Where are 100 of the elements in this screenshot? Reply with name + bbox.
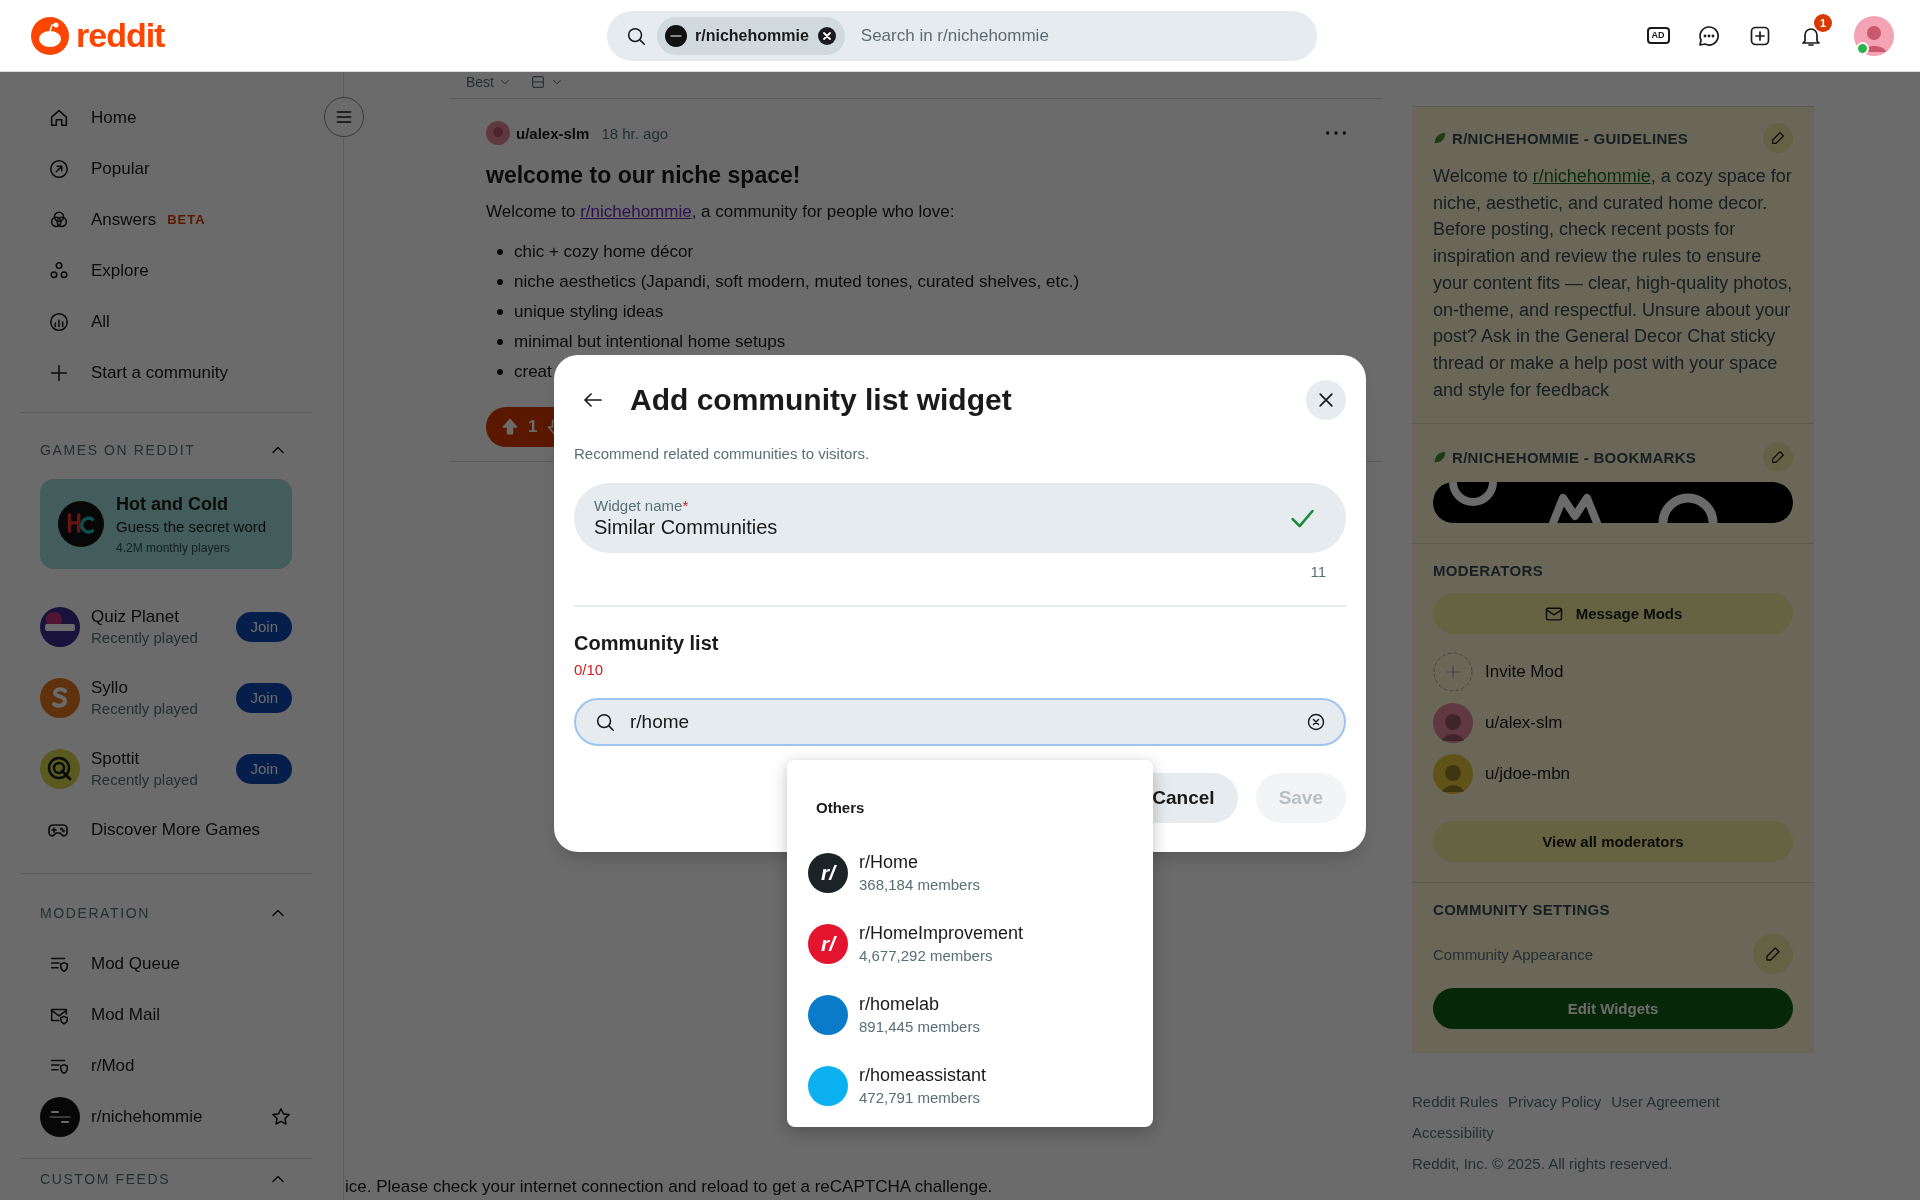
list-item-text: minimal but intentional home setups <box>514 332 786 352</box>
message-mods-button[interactable]: Message Mods <box>1433 593 1793 635</box>
section-heading: MODERATION <box>40 905 150 921</box>
join-button[interactable]: Join <box>236 611 292 642</box>
nav-item[interactable]: Popular <box>0 143 343 194</box>
game-status: Recently played <box>91 771 198 788</box>
view-moderators-button[interactable]: View all moderators <box>1433 821 1793 863</box>
reddit-logo-icon <box>30 15 70 56</box>
join-button[interactable]: Join <box>236 753 292 784</box>
footer-link[interactable]: Reddit Rules <box>1412 1093 1498 1111</box>
community-chip[interactable]: r/nichehommie <box>657 16 845 55</box>
search-field[interactable]: r/nichehommie Search in r/nichehommie <box>607 10 1317 61</box>
user-avatar-icon <box>1433 753 1473 794</box>
bullet-icon <box>497 309 503 315</box>
guidelines-text: Welcome to r/nichehommie, a cozy space for niche, aesthetic, and curated home decor. Before posting, check recent posts for inspiration and review the rules to ensure your content fits — clear, high-quality photos, on-theme, and respectful. Unsure about your post? Ask in the General Decor Chat sticky thread or make a help post with your space and style for feedback <box>1433 165 1793 402</box>
nav-item[interactable]: Discover More Games <box>0 804 343 855</box>
character-count: 11 <box>1309 563 1326 580</box>
collapse-sidebar-button[interactable] <box>324 97 364 137</box>
dialog-subtitle: Recommend related communities to visitors. <box>574 445 871 462</box>
game-item[interactable]: Spottit Recently played Join <box>0 733 343 804</box>
more-button[interactable] <box>1326 131 1346 135</box>
post-time: 18 hr. ago <box>601 124 669 142</box>
sort-dropdown[interactable]: Best <box>466 74 512 90</box>
search-result[interactable]: r/homeassistant 472,791 members <box>787 1050 1153 1121</box>
leaf-icon <box>1433 450 1447 465</box>
beta-label: BETA <box>167 212 206 227</box>
list-item-text: chic + cozy home décor <box>514 242 694 262</box>
recaptcha-notice: ice. Please check your internet connection and reload to get a reCAPTCHA challenge. <box>344 1177 994 1198</box>
list-item-text: niche aesthetics (Japandi, soft modern, muted tones, curated shelves, etc.) <box>514 272 1080 292</box>
pencil-icon <box>1770 130 1786 146</box>
section-heading: GAMES ON REDDIT <box>40 442 196 458</box>
close-button[interactable] <box>1306 380 1346 420</box>
community-search-field[interactable]: r/home <box>574 698 1346 746</box>
pencil-icon <box>1770 449 1786 466</box>
clear-icon <box>816 25 837 46</box>
pencil-icon <box>1764 945 1782 964</box>
post-author[interactable]: u/alex-slm <box>516 124 590 142</box>
notifications-button[interactable]: 1 <box>1791 15 1831 56</box>
footer-link[interactable]: Privacy Policy <box>1507 1093 1602 1111</box>
edit-button[interactable] <box>1763 123 1793 153</box>
game-item[interactable]: Syllo Recently played Join <box>0 662 343 733</box>
edit-button[interactable] <box>1753 934 1793 975</box>
game-status: Recently played <box>91 629 198 646</box>
community-avatar-icon <box>665 24 687 47</box>
community-link[interactable]: r/nichehommie <box>580 202 692 221</box>
bullet-icon <box>497 369 503 375</box>
game-subtitle: Guess the secret word <box>116 517 267 535</box>
close-icon <box>1316 390 1336 410</box>
edit-widgets-button[interactable]: Edit Widgets <box>1433 988 1793 1030</box>
invite-mod-button[interactable]: Invite Mod <box>1433 646 1793 698</box>
logo-text: reddit <box>76 16 165 55</box>
post-title: welcome to our niche space! <box>486 162 802 189</box>
game-status: Recently played <box>91 700 198 717</box>
game-item[interactable]: Quiz Planet Recently played Join <box>0 591 343 662</box>
search-result[interactable]: r/ r/HomeImprovement 4,677,292 members <box>787 908 1153 979</box>
advertise-button[interactable]: AD <box>1638 15 1678 56</box>
featured-game-card[interactable]: Hot and Cold Guess the secret word 4.2M monthly players <box>40 479 292 569</box>
nav-item[interactable]: Start a community <box>0 347 343 398</box>
community-link[interactable]: r/nichehommie <box>1532 166 1651 186</box>
leaf-icon <box>1433 131 1447 145</box>
avatar-icon <box>1854 15 1894 56</box>
group-heading: Others <box>815 799 866 816</box>
copyright-text: Reddit, Inc. © 2025. All rights reserved. <box>1412 1155 1673 1173</box>
game-title: Hot and Cold <box>116 493 229 515</box>
list-item-text: creat <box>514 362 552 382</box>
nav-item[interactable]: Explore <box>0 245 343 296</box>
member-count: 472,791 members <box>859 1089 981 1106</box>
member-count: 4,677,292 members <box>859 947 994 964</box>
footer-link[interactable]: Accessibility <box>1412 1124 1494 1142</box>
edit-button[interactable] <box>1763 442 1793 473</box>
layout-icon <box>530 74 546 90</box>
clear-icon[interactable] <box>1306 712 1326 732</box>
search-result[interactable]: r/ r/Home 368,184 members <box>787 837 1153 908</box>
moderator-item[interactable]: u/alex-slm <box>1433 697 1793 749</box>
nav-item[interactable]: All <box>0 296 343 347</box>
upvote-icon[interactable] <box>500 417 520 437</box>
post-text: Welcome to r/nichehommie, a community for people who love: <box>486 201 956 223</box>
search-input[interactable]: Search in r/nichehommie <box>858 24 1301 47</box>
notification-count: 1 <box>1814 13 1832 32</box>
section-heading: COMMUNITY SETTINGS <box>1433 901 1610 919</box>
star-icon[interactable] <box>270 1105 292 1128</box>
spottit-icon <box>40 748 80 789</box>
field-value: Similar Communities <box>594 516 779 539</box>
community-item[interactable]: r/nichehommie <box>0 1091 343 1142</box>
more-icon <box>1326 131 1346 135</box>
nav-item[interactable]: r/Mod <box>0 1040 343 1091</box>
nav-item[interactable]: Mod Queue <box>0 938 343 989</box>
community-avatar-icon <box>40 1096 80 1137</box>
widget-name-field[interactable]: Widget name* Similar Communities <box>574 483 1346 553</box>
member-count: 891,445 members <box>859 1018 980 1035</box>
community-name: r/HomeImprovement <box>859 923 1024 944</box>
view-dropdown[interactable] <box>530 74 564 90</box>
moderator-item[interactable]: u/jdoe-mbn <box>1433 748 1793 800</box>
profile-button[interactable] <box>1854 15 1894 56</box>
nav-item[interactable]: Mod Mail <box>0 989 343 1040</box>
nav-item[interactable]: Answers BETA <box>0 194 343 245</box>
join-button[interactable]: Join <box>236 682 292 713</box>
footer-link[interactable]: User Agreement <box>1611 1093 1720 1111</box>
search-result[interactable]: r/homelab 891,445 members <box>787 979 1153 1050</box>
search-input[interactable]: r/home <box>628 710 1294 734</box>
